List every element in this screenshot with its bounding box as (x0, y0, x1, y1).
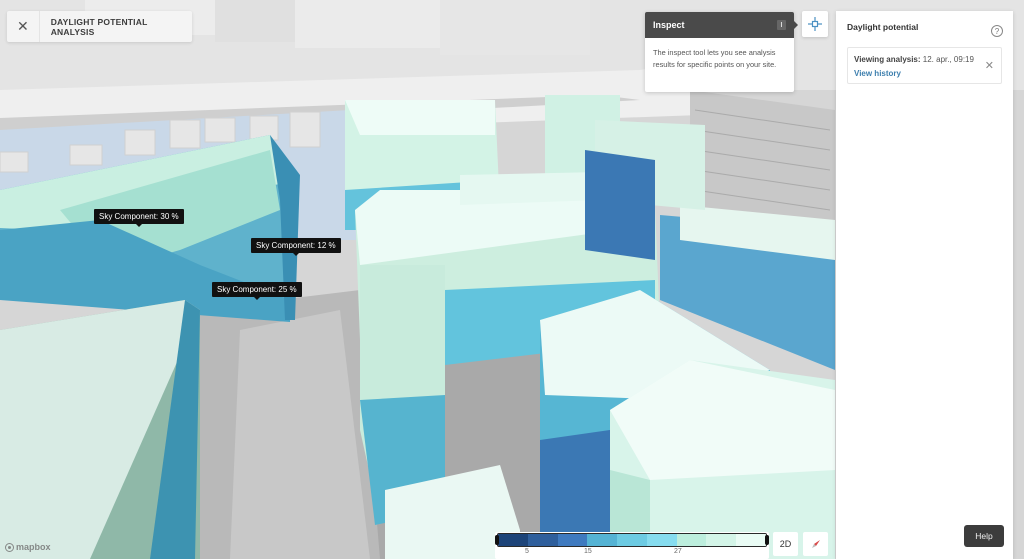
legend-swatch (498, 534, 528, 546)
viewing-timestamp: 12. apr., 09:19 (922, 55, 974, 64)
legend-swatch (706, 534, 737, 546)
color-legend: 5 15 27 (495, 532, 769, 559)
sky-component-label: Sky Component: 12 % (251, 238, 341, 256)
legend-min-handle[interactable] (495, 535, 499, 545)
compass-icon (811, 540, 820, 548)
legend-swatch (646, 534, 677, 546)
crosshair-icon (808, 17, 822, 31)
sky-component-label: Sky Component: 25 % (212, 282, 302, 300)
inspect-popover-title: Inspect (653, 20, 685, 30)
view-mode-2d-button[interactable]: 2D (773, 532, 798, 556)
mapbox-attribution[interactable]: mapbox (5, 542, 51, 552)
viewing-analysis-card: Viewing analysis: 12. apr., 09:19 View h… (847, 47, 1002, 84)
popover-arrow (794, 21, 798, 29)
page-title: DAYLIGHT POTENTIAL ANALYSIS (50, 16, 148, 37)
legend-swatch (527, 534, 558, 546)
legend-swatch (676, 534, 707, 546)
daylight-panel: Daylight potential ? Viewing analysis: 1… (836, 11, 1013, 559)
mapbox-logo-icon (5, 542, 14, 552)
viewing-analysis-text: Viewing analysis: 12. apr., 09:19 (854, 55, 974, 64)
inspect-popover-description: The inspect tool lets you see analysis r… (653, 48, 777, 69)
legend-max-handle[interactable] (765, 535, 769, 545)
legend-swatch (736, 534, 766, 546)
legend-color-bar (497, 533, 767, 547)
compass-button[interactable] (803, 532, 828, 556)
close-analysis-button[interactable]: ✕ (7, 11, 40, 42)
inspect-popover-header: Inspect I (645, 12, 794, 38)
legend-swatch (587, 534, 618, 546)
inspect-popover: Inspect I The inspect tool lets you see … (645, 12, 798, 92)
help-icon[interactable]: ? (991, 25, 1003, 37)
legend-tick: 27 (674, 548, 682, 555)
analysis-title-chip: ✕ DAYLIGHT POTENTIAL ANALYSIS (7, 11, 192, 42)
close-icon: ✕ (16, 18, 29, 34)
legend-tick: 5 (525, 548, 529, 555)
dismiss-viewing-button[interactable]: ✕ (985, 59, 994, 72)
view-history-link[interactable]: View history (854, 69, 901, 78)
legend-tick: 15 (584, 548, 592, 555)
legend-swatch (617, 534, 647, 546)
help-button[interactable]: Help (964, 525, 1004, 547)
mapbox-wordmark: mapbox (16, 542, 51, 552)
legend-swatch (557, 534, 588, 546)
panel-title: Daylight potential (847, 22, 919, 32)
shortcut-badge: I (777, 20, 786, 30)
viewing-label: Viewing analysis: (854, 55, 921, 64)
sky-component-label: Sky Component: 30 % (94, 209, 184, 227)
inspect-tool-button[interactable] (802, 11, 828, 37)
